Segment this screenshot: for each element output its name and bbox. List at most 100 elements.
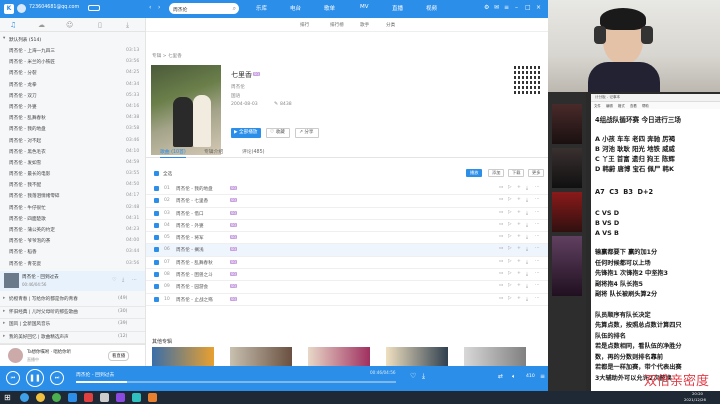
watch-live-button[interactable]: 看直播 xyxy=(108,351,130,361)
download-icon[interactable]: ⤓ xyxy=(526,234,528,240)
toolbar-play-button[interactable]: 播放 xyxy=(466,169,483,177)
sidebar-song-row[interactable]: 周杰伦 - 外婆 04:16 xyxy=(0,102,145,113)
taskbar-app-icon[interactable] xyxy=(36,393,45,402)
heart-icon[interactable]: ♡ xyxy=(410,372,416,380)
song-checkbox[interactable] xyxy=(154,210,159,216)
album-song-row[interactable]: 07 周杰伦 - 乱舞春秋 SQ ▭ ▷ + ⤓ ⋯ xyxy=(146,257,548,270)
close-icon[interactable]: × xyxy=(536,4,541,11)
song-checkbox[interactable] xyxy=(154,284,159,290)
sidebar-song-row[interactable]: 周杰伦 - 我落泪情绪零碎 04:17 xyxy=(0,191,145,202)
mv-icon[interactable]: ▭ xyxy=(499,197,503,202)
mv-icon[interactable]: ▭ xyxy=(499,259,503,264)
download-icon[interactable]: ⤓ xyxy=(526,246,528,252)
download-icon[interactable]: ⤓ xyxy=(422,372,425,381)
subtab-charts[interactable]: 排行榜 xyxy=(330,22,344,28)
album-song-row[interactable]: 10 周杰伦 - 止战之殇 SQ ▭ ▷ + ⤓ ⋯ xyxy=(146,294,548,306)
play-icon[interactable]: ▷ xyxy=(508,234,512,239)
more-icon[interactable]: ⋯ xyxy=(535,283,540,288)
add-icon[interactable]: + xyxy=(517,259,521,264)
taskbar-app-icon[interactable] xyxy=(20,393,29,402)
download-icon[interactable]: ⤓ xyxy=(126,21,129,30)
more-icon[interactable]: ⋯ xyxy=(535,271,540,276)
add-icon[interactable]: + xyxy=(517,210,521,215)
add-icon[interactable]: + xyxy=(517,246,521,251)
add-icon[interactable]: + xyxy=(517,283,521,288)
taskbar-app-icon[interactable] xyxy=(84,393,93,402)
volume-icon[interactable]: 🔈︎ xyxy=(512,373,516,381)
sidebar-song-row[interactable]: 周杰伦 - 上海一九四三 03:13 xyxy=(0,46,145,57)
album-artist[interactable]: 周杰伦 xyxy=(231,84,245,90)
progress-bar[interactable] xyxy=(76,381,396,383)
now-playing-row[interactable]: 周杰伦 - 回到过去 00:46/04:56 ♡ ⤓ ⋯ xyxy=(0,271,145,291)
song-checkbox[interactable] xyxy=(154,198,159,204)
heart-icon[interactable]: ♡ xyxy=(112,277,116,283)
sidebar-song-row[interactable]: 周杰伦 - 我的地盘 03:58 xyxy=(0,124,145,135)
taskbar-date[interactable]: 2021/12/26 xyxy=(684,397,706,402)
share-button[interactable]: ↗ 分享 xyxy=(295,128,319,138)
song-checkbox[interactable] xyxy=(154,222,159,228)
sidebar-song-row[interactable]: 周杰伦 - 稻香 03:44 xyxy=(0,247,145,258)
play-icon[interactable]: ▷ xyxy=(508,210,512,215)
mv-icon[interactable]: ▭ xyxy=(499,283,503,288)
play-icon[interactable]: ▷ xyxy=(508,283,512,288)
song-checkbox[interactable] xyxy=(154,272,159,278)
song-checkbox[interactable] xyxy=(154,186,159,191)
album-song-row[interactable]: 05 周杰伦 - 将军 SQ ▭ ▷ + ⤓ ⋯ xyxy=(146,232,548,245)
more-icon[interactable]: ⋯ xyxy=(535,185,540,190)
add-icon[interactable]: + xyxy=(517,222,521,227)
download-icon[interactable]: ⤓ xyxy=(526,283,528,289)
menu-format[interactable]: 格式 xyxy=(618,103,625,108)
other-album-thumb[interactable] xyxy=(152,347,214,366)
download-icon[interactable]: ⤓ xyxy=(122,277,124,283)
account-avatar[interactable] xyxy=(17,4,26,13)
taskbar-app-icon[interactable] xyxy=(100,393,109,402)
play-icon[interactable]: ▷ xyxy=(508,259,512,264)
tab-comments[interactable]: 评论(485) xyxy=(242,148,265,155)
album-song-row[interactable]: 06 周杰伦 - 搁浅 SQ ▭ ▷ + ⤓ ⋯ xyxy=(146,244,548,257)
song-checkbox[interactable] xyxy=(154,296,159,302)
album-song-row[interactable]: 01 周杰伦 - 我的地盘 SQ ▭ ▷ + ⤓ ⋯ xyxy=(146,183,548,196)
mv-icon[interactable]: ▭ xyxy=(499,234,503,239)
sidebar-song-row[interactable]: 周杰伦 - 我不配 04:50 xyxy=(0,180,145,191)
favorite-button[interactable]: ♡ 收藏 xyxy=(266,128,290,138)
minimize-icon[interactable]: – xyxy=(515,4,518,11)
play-icon[interactable]: ▷ xyxy=(508,296,512,301)
taskbar-app-icon[interactable] xyxy=(148,393,157,402)
album-song-row[interactable]: 09 周杰伦 - 园游会 SQ ▭ ▷ + ⤓ ⋯ xyxy=(146,281,548,294)
song-checkbox[interactable] xyxy=(154,235,159,241)
sidebar-playlist-row[interactable]: ▸ 怀旧经典 | 儿时父母听的那些歌曲 (30) xyxy=(0,307,145,319)
download-icon[interactable]: ⤓ xyxy=(526,259,528,265)
search-box[interactable]: 周杰伦 ⌕ xyxy=(169,3,239,14)
album-song-row[interactable]: 03 周杰伦 - 借口 SQ ▭ ▷ + ⤓ ⋯ xyxy=(146,208,548,220)
maximize-icon[interactable]: □ xyxy=(525,4,531,11)
cloud-icon[interactable]: ☁ xyxy=(38,21,45,29)
playlist-mode-icon[interactable]: ⇄ xyxy=(498,373,503,380)
play-icon[interactable]: ▷ xyxy=(508,185,512,190)
toolbar-download-button[interactable]: 下载 xyxy=(508,169,525,177)
download-icon[interactable]: ⤓ xyxy=(526,185,528,191)
more-icon[interactable]: ⋯ xyxy=(535,222,540,227)
more-icon[interactable]: ⋯ xyxy=(535,246,540,251)
sidebar-song-row[interactable]: 周杰伦 - 最长的电影 03:55 xyxy=(0,169,145,180)
taskbar-app-icon[interactable] xyxy=(68,393,77,402)
menu-icon[interactable]: ≡ xyxy=(504,4,509,11)
tab-playlists[interactable]: 歌单 xyxy=(324,4,335,12)
other-album-thumb[interactable] xyxy=(464,347,526,366)
taskbar-time[interactable]: 20:20 xyxy=(692,391,703,396)
sidebar-song-row[interactable]: 周杰伦 - 爷爷泡的茶 04:00 xyxy=(0,236,145,247)
play-icon[interactable]: ▷ xyxy=(508,271,512,276)
sidebar-playlist-row[interactable]: ▸ 奶橙青春 | 写给你的都是你的青春 (49) xyxy=(0,294,145,307)
next-icon[interactable]: ⏭ xyxy=(50,371,64,385)
phone-icon[interactable]: ▯ xyxy=(98,21,102,29)
more-icon[interactable]: ⋯ xyxy=(132,277,137,283)
previous-icon[interactable]: ⏮ xyxy=(6,371,20,385)
menu-file[interactable]: 文件 xyxy=(594,103,601,108)
settings-icon[interactable]: ⚙ xyxy=(484,4,489,11)
song-checkbox[interactable] xyxy=(154,259,159,265)
tab-album-info[interactable]: 专辑介绍 xyxy=(204,148,223,155)
sidebar-song-row[interactable]: 周杰伦 - 发如雪 04:59 xyxy=(0,158,145,169)
sidebar-song-row[interactable]: 周杰伦 - 乱舞春秋 04:38 xyxy=(0,113,145,124)
more-icon[interactable]: ⋯ xyxy=(535,296,540,301)
play-icon[interactable]: ▷ xyxy=(508,222,512,227)
sidebar-song-row[interactable]: 周杰伦 - 蒲公英的约定 04:23 xyxy=(0,225,145,236)
